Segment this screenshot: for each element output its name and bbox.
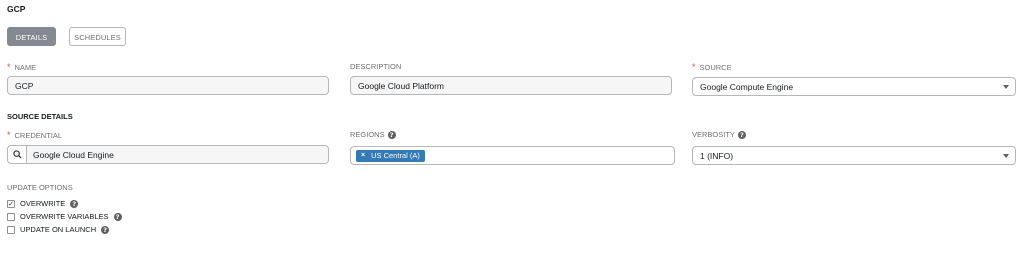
credential-label: * CREDENTIAL [7, 130, 62, 140]
overwrite-variables-label: OVERWRITE VARIABLES [20, 212, 109, 221]
overwrite-variables-option: OVERWRITE VARIABLES ? [7, 212, 122, 221]
chevron-down-icon [1003, 154, 1009, 158]
tab-details[interactable]: DETAILS [7, 27, 56, 46]
update-options-heading-text: UPDATE OPTIONS [7, 183, 73, 192]
required-asterisk: * [692, 62, 696, 72]
source-select[interactable]: Google Compute Engine [692, 77, 1016, 96]
question-circle-icon[interactable]: ? [737, 130, 746, 139]
region-tag-label: US Central (A) [371, 151, 420, 160]
remove-tag-icon[interactable]: × [361, 152, 365, 159]
credential-value: Google Cloud Engine [33, 149, 114, 160]
overwrite-option: ✓ OVERWRITE ? [7, 199, 79, 208]
question-circle-icon[interactable]: ? [113, 212, 122, 221]
description-value: Google Cloud Platform [358, 80, 444, 91]
region-tag: × US Central (A) [356, 149, 425, 162]
question-circle-icon[interactable]: ? [101, 225, 110, 234]
verbosity-select[interactable]: 1 (INFO) [692, 146, 1016, 165]
question-circle-icon[interactable]: ? [70, 199, 79, 208]
credential-lookup: Google Cloud Engine [7, 145, 329, 164]
credential-search-button[interactable] [7, 145, 27, 164]
source-label: * SOURCE [692, 62, 732, 72]
tab-schedules[interactable]: SCHEDULES [69, 27, 126, 46]
update-options-heading: UPDATE OPTIONS [7, 183, 73, 192]
regions-label-text: REGIONS [350, 130, 385, 139]
overwrite-checkbox[interactable]: ✓ [7, 199, 15, 208]
name-value: GCP [15, 80, 34, 91]
name-input[interactable]: GCP [7, 76, 329, 95]
verbosity-label: VERBOSITY ? [692, 130, 746, 139]
page-title: GCP [7, 4, 26, 14]
overwrite-variables-checkbox[interactable] [7, 212, 15, 221]
description-label: DESCRIPTION [350, 62, 401, 71]
overwrite-label: OVERWRITE [20, 199, 66, 208]
regions-label: REGIONS ? [350, 130, 396, 139]
question-circle-icon[interactable]: ? [387, 130, 396, 139]
regions-multiselect[interactable]: × US Central (A) [350, 146, 675, 165]
required-asterisk: * [7, 62, 11, 72]
name-label: * NAME [7, 62, 36, 72]
required-asterisk: * [7, 130, 11, 140]
update-on-launch-label: UPDATE ON LAUNCH [20, 225, 97, 234]
source-label-text: SOURCE [699, 62, 732, 72]
credential-input[interactable]: Google Cloud Engine [27, 145, 329, 164]
verbosity-label-text: VERBOSITY [692, 130, 735, 139]
chevron-down-icon [1003, 85, 1009, 89]
description-label-text: DESCRIPTION [350, 62, 402, 71]
name-label-text: NAME [14, 62, 37, 72]
verbosity-value: 1 (INFO) [700, 150, 734, 161]
source-details-heading: SOURCE DETAILS [7, 112, 73, 121]
update-on-launch-checkbox[interactable] [7, 225, 15, 234]
search-icon [12, 150, 22, 159]
update-on-launch-option: UPDATE ON LAUNCH ? [7, 225, 110, 234]
credential-label-text: CREDENTIAL [14, 130, 63, 140]
source-value: Google Compute Engine [700, 81, 794, 92]
description-input[interactable]: Google Cloud Platform [350, 76, 672, 95]
